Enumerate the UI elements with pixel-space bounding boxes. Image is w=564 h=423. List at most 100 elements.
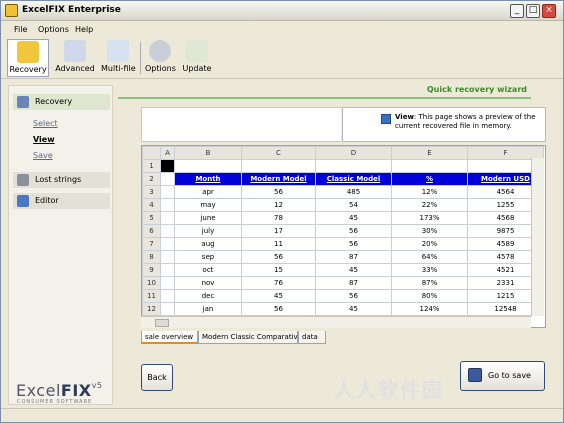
table-cell[interactable]: apr [174,185,242,199]
table-cell[interactable]: 54 [315,198,392,212]
row-header[interactable]: 10 [142,276,161,290]
row-header[interactable]: 4 [142,198,161,212]
scroll-thumb[interactable] [155,319,169,327]
table-cell[interactable]: dec [174,289,242,303]
table-cell[interactable]: 45 [315,211,392,225]
cell[interactable] [174,159,242,173]
table-cell[interactable]: 78 [241,211,316,225]
maximize-button[interactable]: □ [526,4,540,18]
table-cell[interactable]: 87% [391,276,468,290]
sidebar-sub-view[interactable]: View [33,135,55,144]
table-cell[interactable]: 12% [391,185,468,199]
table-cell[interactable]: 56 [241,302,316,316]
toolbar-options-button[interactable]: Options [145,39,176,77]
table-cell[interactable]: 20% [391,237,468,251]
table-cell[interactable]: 33% [391,263,468,277]
back-button[interactable]: Back [141,364,173,391]
row-header[interactable]: 9 [142,263,161,277]
table-cell[interactable]: 15 [241,263,316,277]
table-cell[interactable]: jan [174,302,242,316]
table-cell[interactable]: oct [174,263,242,277]
row-header[interactable]: 2 [142,172,161,186]
col-header-d[interactable]: D [315,146,392,160]
table-cell[interactable]: sep [174,250,242,264]
sidebar-item-lost-strings[interactable]: Lost strings [13,172,110,188]
row-header[interactable]: 12 [142,302,161,316]
table-cell[interactable]: 30% [391,224,468,238]
table-cell[interactable]: 80% [391,289,468,303]
table-cell[interactable]: 124% [391,302,468,316]
horizontal-scrollbar[interactable] [141,316,531,328]
row-header[interactable]: 3 [142,185,161,199]
table-cell[interactable]: 56 [315,224,392,238]
table-cell[interactable]: june [174,211,242,225]
sheet-tab-modern-classic-comparative[interactable]: Modern Classic Comparative [198,331,302,344]
cell[interactable] [160,302,175,316]
selected-cell[interactable] [160,159,175,173]
table-cell[interactable]: 45 [315,302,392,316]
row-header[interactable]: 5 [142,211,161,225]
spreadsheet-preview[interactable]: A B C D E F 1 2 Month Modern Model Class… [141,145,546,328]
table-cell[interactable]: 56 [241,250,316,264]
sidebar-sub-select[interactable]: Select [33,119,58,128]
table-cell[interactable]: 64% [391,250,468,264]
cell[interactable] [160,276,175,290]
table-cell[interactable]: 56 [315,289,392,303]
cell[interactable] [160,263,175,277]
table-cell[interactable]: 45 [315,263,392,277]
col-header-e[interactable]: E [391,146,468,160]
vertical-scrollbar[interactable] [531,158,544,316]
cell[interactable] [160,289,175,303]
table-cell[interactable]: 87 [315,276,392,290]
table-cell[interactable]: 22% [391,198,468,212]
menu-file[interactable]: File [14,25,27,34]
toolbar-multi-file-button[interactable]: Multi-file [101,39,136,77]
sheet-tab-data[interactable]: data [298,331,326,344]
table-cell[interactable]: 56 [315,237,392,251]
cell[interactable] [160,211,175,225]
table-cell[interactable]: 11 [241,237,316,251]
cell[interactable] [160,224,175,238]
table-cell[interactable]: 12 [241,198,316,212]
table-cell[interactable]: 485 [315,185,392,199]
row-header[interactable]: 1 [142,159,161,173]
sidebar-item-editor[interactable]: Editor [13,193,110,209]
table-cell[interactable]: nov [174,276,242,290]
cell[interactable] [160,185,175,199]
cell[interactable] [241,159,316,173]
toolbar-recovery-button[interactable]: Recovery [7,39,49,77]
cell[interactable] [160,250,175,264]
table-cell[interactable]: 173% [391,211,468,225]
close-button[interactable]: × [542,4,556,18]
sidebar-item-recovery[interactable]: Recovery [13,94,110,110]
sidebar-sub-save[interactable]: Save [33,151,53,160]
row-header[interactable]: 11 [142,289,161,303]
cell[interactable] [160,172,175,186]
header-cell-modern-model[interactable]: Modern Model [241,172,316,186]
row-header[interactable]: 6 [142,224,161,238]
col-header-c[interactable]: C [241,146,316,160]
table-cell[interactable]: 17 [241,224,316,238]
table-cell[interactable]: 87 [315,250,392,264]
row-header[interactable]: 8 [142,250,161,264]
col-header-a[interactable]: A [160,146,175,160]
row-header[interactable]: 7 [142,237,161,251]
table-cell[interactable]: 76 [241,276,316,290]
toolbar-advanced-button[interactable]: Advanced [55,39,95,77]
cell[interactable] [315,159,392,173]
toolbar-update-button[interactable]: Update [181,39,213,77]
menu-help[interactable]: Help [75,25,93,34]
table-cell[interactable]: 45 [241,289,316,303]
minimize-button[interactable]: _ [510,4,524,18]
table-cell[interactable]: 56 [241,185,316,199]
table-cell[interactable]: july [174,224,242,238]
cell[interactable] [391,159,468,173]
cell[interactable] [160,198,175,212]
table-cell[interactable]: may [174,198,242,212]
grid-corner[interactable] [142,146,161,160]
table-cell[interactable]: aug [174,237,242,251]
header-cell-classic-model[interactable]: Classic Model [315,172,392,186]
header-cell-month[interactable]: Month [174,172,242,186]
header-cell-percent[interactable]: % [391,172,468,186]
cell[interactable] [160,237,175,251]
